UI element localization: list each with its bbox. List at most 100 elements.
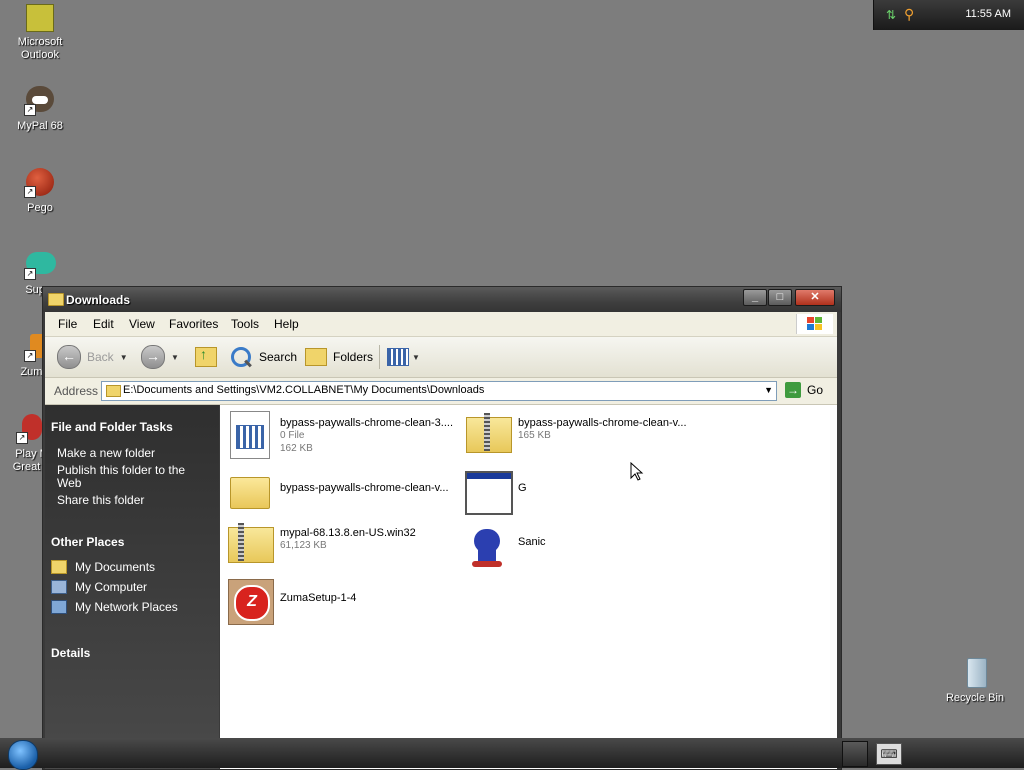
views-icon — [387, 348, 409, 366]
chevron-down-icon[interactable]: ▼ — [764, 385, 773, 395]
up-folder-icon: ↑ — [195, 346, 217, 367]
folders-label: Folders — [333, 350, 374, 364]
chevron-down-icon: ▼ — [412, 352, 420, 362]
super-icon: ↗ — [24, 248, 56, 280]
forward-button[interactable]: → ▼ — [141, 345, 179, 369]
zip-folder-icon — [464, 411, 512, 459]
details-header[interactable]: Details — [51, 646, 90, 660]
search-icon — [231, 347, 252, 368]
zip-folder-icon — [226, 521, 274, 569]
task-publish-folder[interactable]: Publish this folder to the Web — [57, 464, 207, 490]
outlook-icon — [26, 4, 54, 32]
file-name: bypass-paywalls-chrome-clean-v... — [280, 482, 449, 494]
search-label: Search — [259, 350, 298, 364]
shortcut-arrow-icon: ↗ — [24, 186, 36, 198]
address-input[interactable]: E:\Documents and Settings\VM2.COLLABNET\… — [101, 381, 777, 401]
keyboard-icon[interactable]: ⌨ — [876, 743, 902, 765]
folder-icon — [51, 560, 67, 574]
file-folder-tasks-header[interactable]: File and Folder Tasks — [51, 420, 173, 434]
application-window-icon — [464, 469, 513, 517]
folders-icon — [305, 348, 327, 366]
file-name: bypass-paywalls-chrome-clean-3.... — [280, 417, 454, 429]
menu-tools[interactable]: Tools — [231, 317, 259, 331]
file-size: 61,123 KB — [280, 540, 327, 551]
folder-icon — [48, 293, 64, 306]
file-name: G — [518, 482, 527, 494]
menu-bar: File Edit View Favorites Tools Help — [45, 312, 837, 337]
maximize-button[interactable]: □ — [768, 289, 792, 306]
desktop-icon-mypal[interactable]: ↗ MyPal 68 — [0, 84, 80, 133]
window-title: Downloads — [66, 293, 131, 307]
file-item[interactable]: bypass-paywalls-chrome-clean-v... 165 KB — [464, 411, 687, 459]
mypal-icon: ↗ — [24, 84, 56, 116]
close-button[interactable]: ✕ — [795, 289, 835, 306]
other-places-header[interactable]: Other Places — [51, 535, 124, 549]
file-name: mypal-68.13.8.en-US.win32 — [280, 527, 416, 539]
go-button[interactable]: → Go — [785, 382, 823, 398]
file-item[interactable]: mypal-68.13.8.en-US.win32 61,123 KB — [226, 521, 416, 569]
shortcut-arrow-icon: ↗ — [16, 432, 28, 444]
shortcut-arrow-icon: ↗ — [24, 104, 36, 116]
minimize-button[interactable]: _ — [743, 289, 767, 306]
place-my-documents[interactable]: My Documents — [51, 560, 155, 574]
clock[interactable]: 11:55 AM — [965, 8, 1011, 20]
menu-help[interactable]: Help — [274, 317, 299, 331]
menu-view[interactable]: View — [129, 317, 155, 331]
computer-icon — [51, 580, 67, 594]
recycle-bin-icon — [959, 656, 991, 688]
views-button[interactable]: ▼ — [387, 345, 420, 369]
system-tray: ⇅ ⚲ 11:55 AM — [873, 0, 1024, 30]
desktop-icon-label: MyPal 68 — [17, 120, 63, 132]
shortcut-arrow-icon: ↗ — [24, 350, 36, 362]
file-item[interactable]: G — [464, 469, 527, 517]
menu-file[interactable]: File — [58, 317, 77, 331]
address-value: E:\Documents and Settings\VM2.COLLABNET\… — [123, 384, 485, 396]
start-button[interactable] — [8, 740, 38, 770]
folders-button[interactable]: Folders — [305, 345, 373, 369]
desktop-icon-recycle-bin[interactable]: Recycle Bin — [935, 656, 1015, 705]
chevron-down-icon: ▼ — [119, 352, 128, 362]
place-label: My Computer — [75, 580, 148, 594]
address-bar: Address E:\Documents and Settings\VM2.CO… — [45, 378, 837, 405]
back-button[interactable]: ← Back ▼ — [57, 345, 128, 369]
menu-edit[interactable]: Edit — [93, 317, 114, 331]
file-item[interactable]: Sanic — [464, 523, 546, 571]
file-size: 165 KB — [518, 430, 551, 441]
desktop-icon-label: Pego — [27, 202, 53, 214]
place-label: My Documents — [75, 560, 156, 574]
search-button[interactable]: Search — [231, 345, 297, 369]
title-bar[interactable]: Downloads _ □ ✕ — [43, 287, 841, 312]
file-meta: 0 File — [280, 430, 305, 441]
up-folder-button[interactable]: ↑ — [195, 345, 217, 369]
zuma-setup-icon: Z — [226, 579, 274, 627]
go-arrow-icon: → — [785, 382, 801, 398]
forward-arrow-icon: → — [141, 345, 165, 369]
place-my-network-places[interactable]: My Network Places — [51, 600, 178, 614]
network-tray-icon[interactable]: ⇅ — [886, 8, 896, 22]
file-name: Sanic — [518, 536, 546, 548]
back-label: Back — [87, 350, 114, 364]
menu-favorites[interactable]: Favorites — [169, 317, 218, 331]
file-item[interactable]: bypass-paywalls-chrome-clean-v... — [226, 469, 449, 517]
network-icon — [51, 600, 67, 614]
desktop-icon-label: Microsoft Outlook — [17, 36, 63, 61]
folder-icon — [226, 469, 274, 517]
place-my-computer[interactable]: My Computer — [51, 580, 147, 594]
folder-icon — [106, 385, 121, 397]
explorer-window: Downloads _ □ ✕ File Edit View Favorites… — [42, 286, 842, 770]
search-tray-icon[interactable]: ⚲ — [904, 6, 914, 23]
file-item[interactable]: bypass-paywalls-chrome-clean-3.... 0 Fil… — [226, 411, 453, 459]
task-pane: File and Folder Tasks Make a new folder … — [45, 405, 219, 769]
mouse-cursor-icon — [630, 462, 644, 481]
file-size: 162 KB — [280, 443, 313, 454]
shortcut-arrow-icon: ↗ — [24, 268, 36, 280]
file-list: bypass-paywalls-chrome-clean-3.... 0 Fil… — [220, 405, 837, 769]
desktop-icon-outlook[interactable]: Microsoft Outlook — [0, 4, 80, 62]
desktop-icon-pego[interactable]: ↗ Pego — [0, 166, 80, 215]
taskbar — [0, 738, 1024, 770]
task-share-folder[interactable]: Share this folder — [57, 494, 207, 507]
task-make-new-folder[interactable]: Make a new folder — [57, 447, 207, 460]
toolbar-separator — [379, 345, 380, 369]
file-item[interactable]: Z ZumaSetup-1-4 — [226, 579, 356, 627]
taskbar-button[interactable] — [842, 741, 868, 767]
